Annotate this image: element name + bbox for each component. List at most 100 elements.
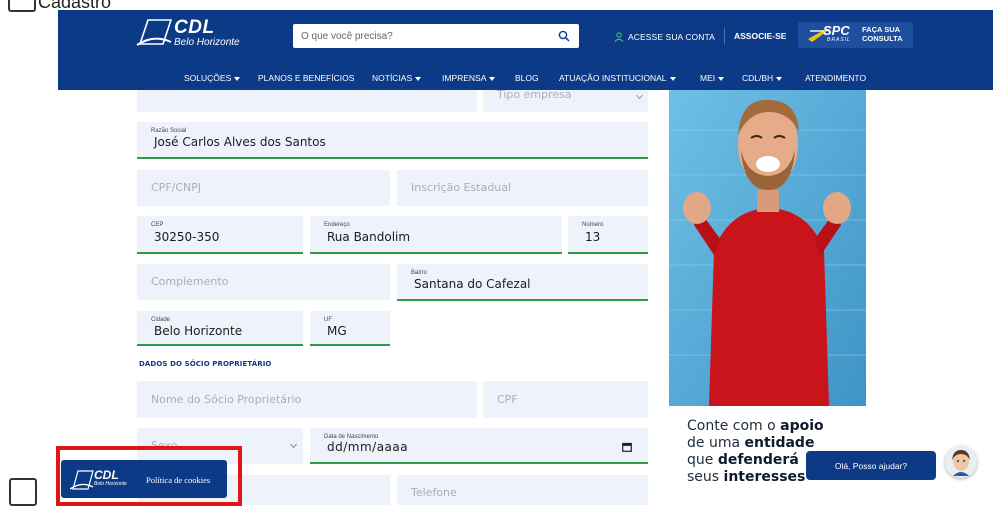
promo-line1: Conte com o apoio (687, 418, 867, 435)
top-checkbox[interactable] (8, 0, 36, 12)
search-button[interactable] (549, 24, 579, 48)
promo-photo (669, 90, 866, 406)
inscricao-estadual-field[interactable]: Inscrição Estadual (397, 170, 648, 206)
nav-label: CDL/BH (742, 73, 774, 83)
cidade-value: Belo Horizonte (154, 324, 243, 338)
cidade-label: Cidade (151, 317, 171, 323)
cdl-swoosh-icon (136, 19, 172, 46)
promo-bold: interesses (723, 469, 806, 485)
promo-word: que (687, 452, 718, 468)
main-nav: SOLUÇÕES PLANOS E BENEFÍCIOS NOTÍCIAS IM… (58, 68, 993, 90)
chevron-down-icon (635, 91, 644, 100)
uf-label: UF (324, 317, 332, 323)
search-icon (558, 30, 570, 42)
razao-social-value: José Carlos Alves dos Santos (154, 135, 326, 149)
chevron-down-icon (289, 440, 298, 449)
spc-sub: BRASIL (827, 37, 851, 43)
cep-value: 30250-350 (154, 230, 220, 244)
chat-label: Olá, Posso ajudar? (834, 460, 908, 471)
nav-label: MEI (700, 73, 716, 83)
nav-item-planos[interactable]: PLANOS E BENEFÍCIOS (258, 73, 354, 83)
cdl-logo[interactable]: CDL Belo Horizonte (136, 17, 286, 53)
assistant-avatar-icon (945, 446, 977, 478)
data-nascimento-field[interactable]: Data de Nascimento dd/mm/aaaa (310, 428, 648, 464)
calendar-icon[interactable] (622, 442, 632, 452)
promo-word: Conte com o (687, 418, 781, 434)
endereco-field[interactable]: Endereço Rua Bandolim (310, 216, 562, 254)
cep-field[interactable]: CEP 30250-350 (137, 216, 303, 254)
cpf-socio-placeholder: CPF (497, 393, 518, 406)
nome-socio-field[interactable]: Nome do Sócio Proprietário (137, 381, 477, 418)
cep-label: CEP (151, 222, 164, 228)
header-divider (724, 28, 725, 44)
associate-link[interactable]: ASSOCIE-SE (734, 31, 786, 41)
razao-social-label: Razão Social (151, 128, 187, 134)
complemento-placeholder: Complemento (151, 275, 229, 288)
logo-city: Belo Horizonte (174, 37, 240, 48)
cookie-logo-brand: CDL (94, 468, 119, 482)
promo-word: seus (687, 469, 724, 485)
tipo-empresa-placeholder: Tipo empresa (497, 88, 572, 101)
cidade-field[interactable]: Cidade Belo Horizonte (137, 311, 303, 346)
spc-brand: SPC (823, 23, 850, 38)
cpf-cnpj-field[interactable]: CPF/CNPJ (137, 170, 390, 206)
happy-man-image (669, 90, 866, 406)
cookie-cdl-logo: CDL Belo Horizonte (69, 468, 130, 493)
nav-item-solucoes[interactable]: SOLUÇÕES (184, 73, 241, 83)
uf-value: MG (327, 324, 347, 338)
bairro-label: Bairro (411, 270, 428, 276)
spc-cta-line1: FAÇA SUA (862, 25, 901, 34)
uf-field[interactable]: UF MG (310, 311, 390, 346)
cookie-policy-label: Política de cookies (146, 475, 211, 485)
tipo-empresa-select[interactable]: Tipo empresa (483, 88, 648, 112)
promo-word: de uma (687, 435, 745, 451)
nav-item-cdlbh[interactable]: CDL/BH (742, 73, 783, 83)
site-header: CDL Belo Horizonte ACESSE SUA CONTA ASSO… (58, 10, 993, 90)
nav-item-atuacao[interactable]: ATUAÇÃO INSTITUCIONAL (559, 73, 676, 83)
caret-down-icon (776, 76, 783, 81)
nav-item-imprensa[interactable]: IMPRENSA (442, 73, 496, 83)
razao-social-field[interactable]: Razão Social José Carlos Alves dos Santo… (137, 122, 648, 159)
caret-down-icon (234, 76, 241, 81)
spc-cta-line2: CONSULTA (862, 34, 903, 43)
field-top-left[interactable] (137, 90, 477, 112)
nav-item-noticias[interactable]: NOTÍCIAS (372, 73, 422, 83)
bottom-checkbox[interactable] (9, 478, 37, 506)
numero-label: Número (582, 222, 604, 228)
nav-label: ATENDIMENTO (805, 73, 867, 83)
endereco-value: Rua Bandolim (327, 230, 411, 244)
cookie-policy-button[interactable]: CDL Belo Horizonte Política de cookies (61, 460, 227, 498)
data-nascimento-value: dd/mm/aaaa (327, 440, 409, 454)
caret-down-icon (669, 76, 676, 81)
numero-value: 13 (585, 230, 601, 244)
logo-brand: CDL (174, 17, 215, 38)
nav-label: IMPRENSA (442, 73, 487, 83)
nav-item-atendimento[interactable]: ATENDIMENTO (805, 73, 866, 83)
search-bar (293, 24, 579, 48)
user-icon (614, 32, 624, 42)
chat-button[interactable]: Olá, Posso ajudar? (806, 451, 936, 480)
spc-consulta-button[interactable]: SPC BRASIL FAÇA SUA CONSULTA (798, 22, 913, 48)
nav-label: NOTÍCIAS (372, 73, 413, 83)
search-input[interactable] (301, 28, 541, 44)
numero-field[interactable]: Número 13 (568, 216, 648, 254)
bairro-value: Santana do Cafezal (414, 277, 531, 291)
promo-bold: defenderá (717, 452, 799, 468)
promo-line2: de uma entidade (687, 435, 867, 452)
spc-cta: FAÇA SUA CONSULTA (862, 25, 903, 43)
caret-down-icon (489, 76, 496, 81)
endereco-label: Endereço (324, 222, 350, 228)
cpf-socio-field[interactable]: CPF (483, 381, 648, 418)
bairro-field[interactable]: Bairro Santana do Cafezal (397, 264, 648, 301)
cookie-logo-city: Belo Horizonte (94, 481, 127, 487)
caret-down-icon (415, 76, 422, 81)
nav-label: PLANOS E BENEFÍCIOS (258, 73, 355, 83)
chat-avatar[interactable] (945, 446, 977, 478)
inscricao-estadual-placeholder: Inscrição Estadual (411, 181, 512, 194)
cdl-swoosh-icon (69, 470, 94, 490)
nav-item-blog[interactable]: BLOG (515, 73, 539, 83)
account-link[interactable]: ACESSE SUA CONTA (614, 31, 715, 43)
nav-item-mei[interactable]: MEI (700, 73, 725, 83)
complemento-field[interactable]: Complemento (137, 264, 390, 300)
promo-bold: entidade (744, 435, 815, 451)
